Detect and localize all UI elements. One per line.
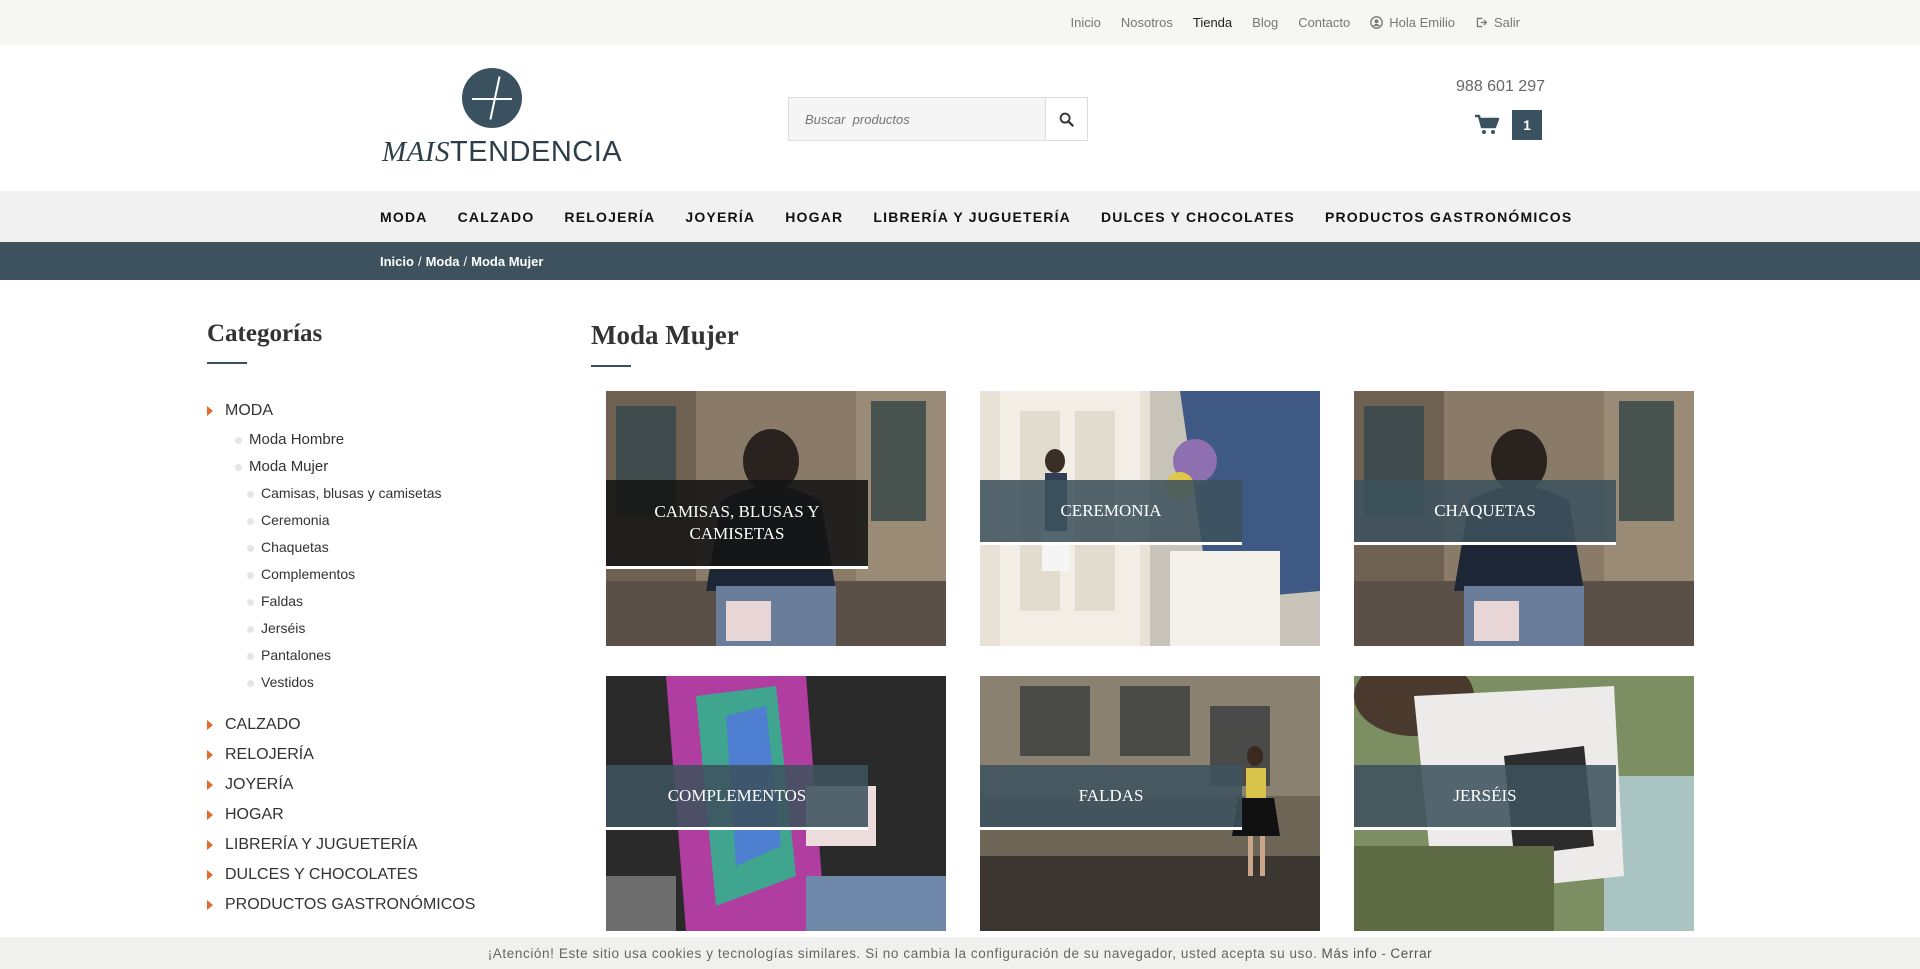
top-link-inicio[interactable]: Inicio [1070, 15, 1100, 30]
category-gastronomicos[interactable]: PRODUCTOS GASTRONÓMICOS [207, 890, 567, 920]
user-circle-icon [1370, 16, 1384, 29]
tile-jerseis[interactable]: JERSÉIS [1354, 676, 1694, 931]
category-moda-hombre[interactable]: Moda Hombre [207, 426, 567, 453]
search-button[interactable] [1045, 98, 1087, 140]
category-jerseis[interactable]: Jerséis [207, 615, 567, 642]
cookie-notice: ¡Atención! Este sitio usa cookies y tecn… [0, 937, 1920, 969]
search-box [788, 97, 1088, 141]
category-pantalones[interactable]: Pantalones [207, 642, 567, 669]
category-camisas[interactable]: Camisas, blusas y camisetas [207, 480, 567, 507]
category-sidebar: Categorías MODA Moda Hombre Moda Mujer C… [207, 320, 567, 920]
sign-out-icon [1476, 17, 1488, 28]
tile-chaquetas[interactable]: CHAQUETAS [1354, 391, 1694, 646]
sidebar-title: Categorías [207, 320, 323, 347]
cookie-dash: - [1381, 945, 1387, 961]
logout-text: Salir [1493, 15, 1520, 30]
tile-complementos[interactable]: COMPLEMENTOS [606, 676, 946, 931]
category-list: MODA Moda Hombre Moda Mujer Camisas, blu… [207, 396, 567, 920]
title-underline [207, 362, 247, 364]
cookie-text: ¡Atención! Este sitio usa cookies y tecn… [487, 945, 1318, 961]
breadcrumb-bar: Inicio / Moda / Moda Mujer [0, 242, 1920, 280]
category-ceremonia[interactable]: Ceremonia [207, 507, 567, 534]
category-dulces[interactable]: DULCES Y CHOCOLATES [207, 860, 567, 890]
tile-ceremonia[interactable]: CEREMONIA [980, 391, 1320, 646]
top-utility-bar: Inicio Nosotros Tienda Blog Contacto Hol… [0, 0, 1920, 45]
nav-item-libreria[interactable]: LIBRERÍA Y JUGUETERÍA [873, 209, 1071, 225]
category-hogar[interactable]: HOGAR [207, 800, 567, 830]
tile-camisas[interactable]: CAMISAS, BLUSAS Y CAMISETAS [606, 391, 946, 646]
breadcrumb: Inicio / Moda / Moda Mujer [380, 242, 543, 280]
user-greeting[interactable]: Hola Emilio [1370, 15, 1455, 30]
top-link-tienda[interactable]: Tienda [1193, 15, 1232, 30]
cart-count-badge[interactable]: 1 [1512, 110, 1542, 140]
site-header: MAISTENDENCIA 988 601 297 1 [0, 45, 1920, 191]
main-nav: MODA CALZADO RELOJERÍA JOYERÍA HOGAR LIB… [0, 191, 1920, 242]
cookie-more-info-link[interactable]: Más info [1321, 946, 1377, 961]
logo-mark [462, 68, 522, 128]
nav-item-dulces[interactable]: DULCES Y CHOCOLATES [1101, 209, 1295, 225]
phone-number: 988 601 297 [1456, 78, 1545, 95]
breadcrumb-inicio[interactable]: Inicio [380, 254, 414, 269]
cart[interactable]: 1 [1474, 110, 1542, 140]
tile-label: FALDAS [980, 765, 1242, 830]
nav-item-relojeria[interactable]: RELOJERÍA [564, 209, 655, 225]
tile-label: COMPLEMENTOS [606, 765, 868, 830]
tile-label: CHAQUETAS [1354, 480, 1616, 545]
page-title: Moda Mujer [591, 320, 739, 350]
category-moda[interactable]: MODA [207, 396, 567, 426]
nav-item-calzado[interactable]: CALZADO [458, 209, 535, 225]
category-chaquetas[interactable]: Chaquetas [207, 534, 567, 561]
top-link-contacto[interactable]: Contacto [1298, 15, 1350, 30]
shopping-cart-icon[interactable] [1474, 114, 1500, 136]
top-links: Inicio Nosotros Tienda Blog Contacto Hol… [1070, 0, 1520, 45]
category-moda-mujer[interactable]: Moda Mujer [207, 453, 567, 480]
top-link-blog[interactable]: Blog [1252, 15, 1278, 30]
tile-label: CAMISAS, BLUSAS Y CAMISETAS [606, 480, 868, 569]
search-input[interactable] [789, 98, 1045, 140]
logout-link[interactable]: Salir [1475, 15, 1520, 30]
breadcrumb-separator: / [417, 253, 422, 269]
category-joyeria[interactable]: JOYERÍA [207, 770, 567, 800]
category-libreria[interactable]: LIBRERÍA Y JUGUETERÍA [207, 830, 567, 860]
breadcrumb-moda[interactable]: Moda [426, 254, 460, 269]
logo-wordmark: MAISTENDENCIA [382, 136, 623, 168]
breadcrumb-current: Moda Mujer [471, 253, 544, 269]
cookie-close-link[interactable]: Cerrar [1390, 946, 1432, 961]
site-logo[interactable]: MAISTENDENCIA [382, 68, 622, 168]
title-underline [591, 365, 631, 367]
category-complementos[interactable]: Complementos [207, 561, 567, 588]
search-icon [1059, 112, 1074, 127]
nav-item-moda[interactable]: MODA [380, 209, 428, 225]
top-link-nosotros[interactable]: Nosotros [1121, 15, 1173, 30]
category-faldas[interactable]: Faldas [207, 588, 567, 615]
user-greeting-text: Hola Emilio [1389, 15, 1455, 30]
category-relojeria[interactable]: RELOJERÍA [207, 740, 567, 770]
category-content: Moda Mujer CAMISAS, BLUSAS Y CAMISETAS C… [591, 320, 1701, 931]
tile-label: JERSÉIS [1354, 765, 1616, 830]
nav-item-hogar[interactable]: HOGAR [785, 209, 843, 225]
breadcrumb-separator: / [463, 253, 468, 269]
tile-label: CEREMONIA [980, 480, 1242, 545]
tile-faldas[interactable]: FALDAS [980, 676, 1320, 931]
category-calzado[interactable]: CALZADO [207, 710, 567, 740]
nav-item-joyeria[interactable]: JOYERÍA [685, 209, 755, 225]
category-vestidos[interactable]: Vestidos [207, 669, 567, 696]
nav-item-gastronomicos[interactable]: PRODUCTOS GASTRONÓMICOS [1325, 209, 1572, 225]
